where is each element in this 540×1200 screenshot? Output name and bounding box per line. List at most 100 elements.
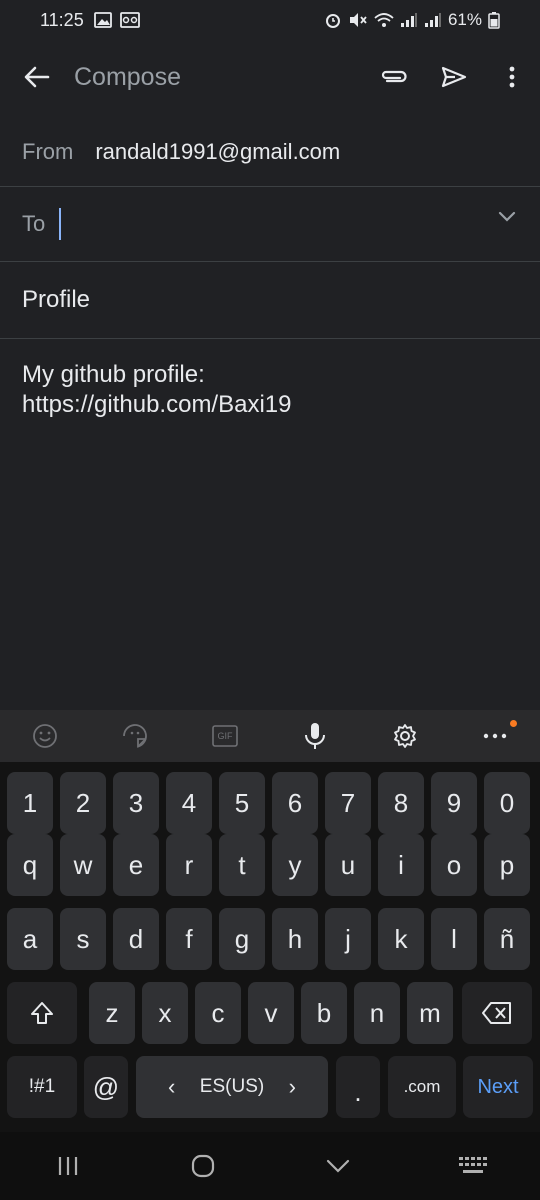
status-time: 11:25: [40, 9, 84, 30]
home-icon: [191, 1154, 214, 1178]
key-n-tilde[interactable]: ñ: [484, 908, 530, 970]
to-field[interactable]: To: [0, 187, 540, 261]
from-label: From: [22, 139, 74, 164]
key-1[interactable]: 1: [7, 772, 53, 834]
keyboard: 1 2 3 4 5 6 7 8 9 0 q w e r t y u i o p …: [0, 762, 540, 1132]
alarm-icon: [325, 14, 340, 28]
gif-label: GIF: [217, 731, 233, 741]
keyboard-more-button[interactable]: [465, 712, 525, 760]
gif-button[interactable]: GIF: [195, 712, 255, 760]
language-left-arrow: ‹: [168, 1074, 176, 1099]
key-h[interactable]: h: [272, 908, 318, 970]
keyboard-switch-button[interactable]: [433, 1136, 513, 1196]
key-i[interactable]: i: [378, 834, 424, 896]
chevron-down-icon[interactable]: [498, 211, 516, 223]
key-u[interactable]: u: [325, 834, 371, 896]
home-button[interactable]: [163, 1136, 243, 1196]
key-5[interactable]: 5: [219, 772, 265, 834]
wifi-icon: [374, 13, 394, 27]
next-key[interactable]: Next: [463, 1056, 533, 1118]
key-8[interactable]: 8: [378, 772, 424, 834]
key-t[interactable]: t: [219, 834, 265, 896]
send-button[interactable]: [424, 46, 484, 108]
key-l[interactable]: l: [431, 908, 477, 970]
period-key[interactable]: .: [336, 1056, 380, 1118]
send-icon: [441, 66, 467, 88]
navigation-bar: [0, 1132, 540, 1200]
back-button[interactable]: [0, 46, 74, 108]
keyboard-settings-button[interactable]: [375, 712, 435, 760]
key-b[interactable]: b: [301, 982, 347, 1044]
from-row[interactable]: From randald1991@gmail.com: [0, 118, 540, 186]
key-4[interactable]: 4: [166, 772, 212, 834]
spacebar-language-key[interactable]: ‹ ES(US) ›: [136, 1056, 328, 1118]
key-d[interactable]: d: [113, 908, 159, 970]
signal-icon: [424, 13, 441, 27]
key-k[interactable]: k: [378, 908, 424, 970]
emoji-icon: [33, 724, 57, 748]
key-o[interactable]: o: [431, 834, 477, 896]
page-title: Compose: [74, 62, 181, 91]
back-nav-button[interactable]: [298, 1136, 378, 1196]
key-z[interactable]: z: [89, 982, 135, 1044]
key-0[interactable]: 0: [484, 772, 530, 834]
key-w[interactable]: w: [60, 834, 106, 896]
key-y[interactable]: y: [272, 834, 318, 896]
battery-icon: [488, 12, 500, 29]
shift-key[interactable]: [7, 982, 77, 1044]
attach-button[interactable]: [364, 46, 424, 108]
notification-dot: [510, 720, 517, 727]
key-q[interactable]: q: [7, 834, 53, 896]
mute-icon: [349, 13, 367, 27]
battery-percent: 61%: [447, 10, 482, 29]
more-vert-icon: [509, 66, 515, 88]
backspace-key[interactable]: [462, 982, 532, 1044]
key-r[interactable]: r: [166, 834, 212, 896]
key-p[interactable]: p: [484, 834, 530, 896]
key-j[interactable]: j: [325, 908, 371, 970]
recent-apps-button[interactable]: [28, 1136, 108, 1196]
shift-icon: [31, 1002, 53, 1024]
key-e[interactable]: e: [113, 834, 159, 896]
key-a[interactable]: a: [7, 908, 53, 970]
subject-field[interactable]: Profile: [0, 262, 540, 338]
keyboard-icon: [458, 1157, 487, 1173]
key-f[interactable]: f: [166, 908, 212, 970]
image-icon: [93, 12, 112, 28]
language-right-arrow: ›: [288, 1074, 296, 1099]
key-2[interactable]: 2: [60, 772, 106, 834]
key-g[interactable]: g: [219, 908, 265, 970]
key-n[interactable]: n: [354, 982, 400, 1044]
key-6[interactable]: 6: [272, 772, 318, 834]
at-key[interactable]: @: [84, 1056, 128, 1118]
recent-apps-icon: [58, 1157, 77, 1175]
sticker-icon: [123, 724, 147, 748]
status-bar: 11:25 61%: [0, 0, 540, 40]
symbols-key[interactable]: !#1: [7, 1056, 77, 1118]
voice-input-button[interactable]: [285, 712, 345, 760]
key-7[interactable]: 7: [325, 772, 371, 834]
key-9[interactable]: 9: [431, 772, 477, 834]
body-field[interactable]: My github profile: https://github.com/Ba…: [22, 360, 518, 420]
backspace-icon: [482, 1002, 511, 1024]
more-horiz-icon: [483, 733, 507, 739]
attach-icon: [381, 70, 407, 83]
key-s[interactable]: s: [60, 908, 106, 970]
key-x[interactable]: x: [142, 982, 188, 1044]
dotcom-key[interactable]: .com: [388, 1056, 456, 1118]
body-line: https://github.com/Baxi19: [22, 391, 292, 418]
emoji-button[interactable]: [15, 712, 75, 760]
key-v[interactable]: v: [248, 982, 294, 1044]
key-c[interactable]: c: [195, 982, 241, 1044]
key-m[interactable]: m: [407, 982, 453, 1044]
back-icon: [326, 1159, 349, 1173]
body-line: My github profile:: [22, 361, 205, 388]
text-cursor: [59, 208, 62, 240]
language-label: ES(US): [199, 1076, 265, 1097]
signal-icon: [400, 13, 417, 27]
sticker-button[interactable]: [105, 712, 165, 760]
app-bar: Compose: [0, 46, 540, 108]
key-3[interactable]: 3: [113, 772, 159, 834]
more-options-button[interactable]: [484, 46, 540, 108]
mic-icon: [305, 723, 325, 749]
